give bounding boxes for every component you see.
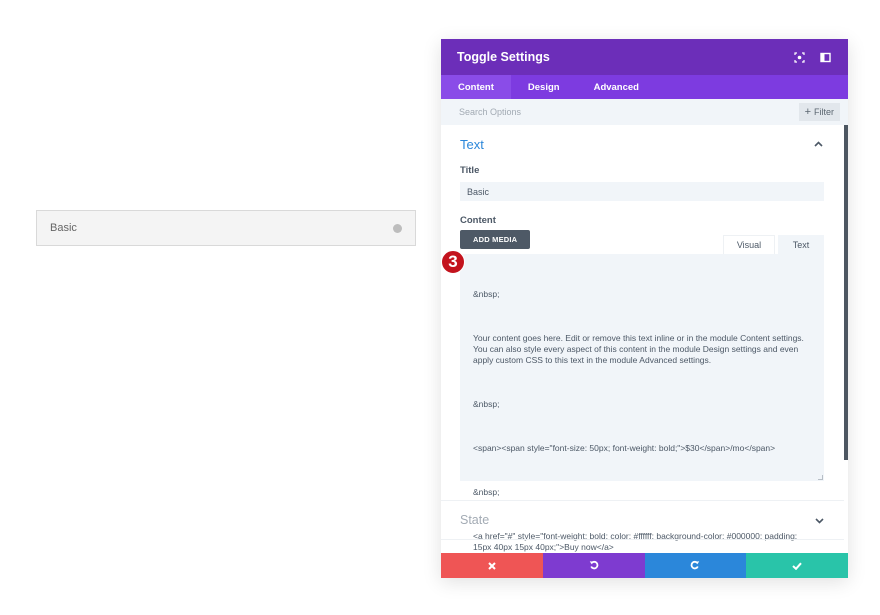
- modal-tabs: Content Design Advanced: [441, 75, 848, 99]
- modal-header[interactable]: Toggle Settings: [441, 39, 848, 75]
- tab-advanced[interactable]: Advanced: [577, 75, 656, 99]
- scrollbar[interactable]: [844, 125, 848, 460]
- editor-tab-text[interactable]: Text: [778, 235, 824, 254]
- chevron-up-icon[interactable]: [812, 138, 824, 150]
- state-section-header[interactable]: State: [460, 500, 824, 540]
- plus-icon: +: [804, 105, 811, 118]
- cancel-button[interactable]: [441, 553, 543, 578]
- text-section: Text Title Content ADD MEDIA Visual Text…: [441, 125, 848, 552]
- content-line: &nbsp;: [473, 289, 500, 299]
- toggle-open-icon[interactable]: [393, 223, 402, 233]
- modal-title: Toggle Settings: [457, 50, 550, 64]
- tab-content[interactable]: Content: [441, 75, 511, 99]
- toggle-settings-modal: Toggle Settings Content Design Advanced …: [441, 39, 848, 578]
- focus-icon[interactable]: [792, 50, 806, 64]
- search-row: + Filter: [441, 99, 848, 125]
- filter-button[interactable]: + Filter: [798, 103, 840, 121]
- text-section-header[interactable]: Text: [460, 125, 824, 163]
- text-section-title: Text: [460, 136, 484, 152]
- redo-icon: [690, 557, 700, 575]
- content-line: <span><span style="font-size: 50px; font…: [473, 443, 776, 453]
- toggle-module-preview[interactable]: Basic: [36, 210, 416, 246]
- undo-icon: [589, 557, 599, 575]
- title-input[interactable]: [460, 182, 824, 201]
- title-field-label: Title: [460, 165, 480, 176]
- check-icon: [792, 557, 802, 575]
- chevron-down-icon[interactable]: [815, 511, 824, 529]
- tab-design[interactable]: Design: [511, 75, 577, 99]
- toggle-title: Basic: [50, 222, 77, 234]
- section-divider: [441, 539, 844, 540]
- modal-body: Text Title Content ADD MEDIA Visual Text…: [441, 125, 848, 553]
- content-line: &nbsp;: [473, 399, 500, 409]
- add-media-button[interactable]: ADD MEDIA: [460, 230, 531, 249]
- step-number-badge: 3: [441, 250, 465, 274]
- search-options-input[interactable]: [459, 107, 799, 117]
- filter-label: Filter: [814, 107, 834, 117]
- content-line: &nbsp;: [473, 487, 500, 497]
- undo-button[interactable]: [542, 553, 645, 578]
- modal-footer: [441, 553, 848, 578]
- content-line: Your content goes here. Edit or remove t…: [473, 333, 807, 365]
- resize-handle[interactable]: [818, 475, 823, 480]
- sidebar-layout-icon[interactable]: [818, 50, 832, 64]
- editor-toolbar: ADD MEDIA Visual Text: [460, 230, 824, 254]
- content-field-label: Content: [460, 215, 496, 226]
- save-button[interactable]: [746, 553, 848, 578]
- editor-tab-visual[interactable]: Visual: [723, 235, 775, 254]
- redo-button[interactable]: [644, 553, 747, 578]
- state-section-title: State: [460, 513, 490, 527]
- close-icon: [488, 557, 496, 575]
- content-textarea[interactable]: &nbsp; Your content goes here. Edit or r…: [460, 254, 824, 552]
